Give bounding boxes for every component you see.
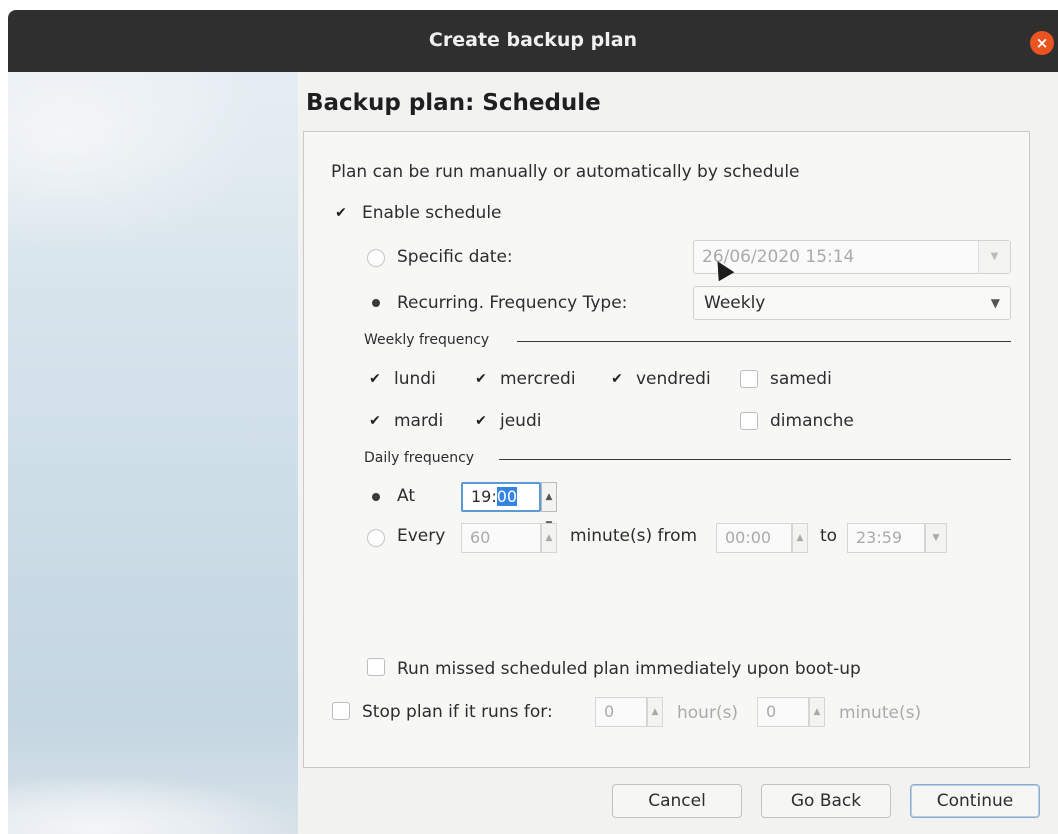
day-checkbox-mercredi[interactable]: ✔ [472,370,490,388]
run-missed-checkbox[interactable] [367,658,385,676]
specific-date-radio[interactable] [367,249,385,267]
date-dropdown-icon[interactable]: ▼ [978,241,1010,273]
dialog-window: Create backup plan × Backup plan: Schedu… [8,10,1058,834]
day-checkbox-vendredi[interactable]: ✔ [608,370,626,388]
chevron-down-icon: ▼ [990,296,1000,310]
every-stepper[interactable]: ▲ [541,523,557,553]
every-to-input[interactable]: 23:59 [847,523,925,553]
every-radio[interactable] [367,529,385,547]
every-value: 60 [470,528,491,547]
every-to-value: 23:59 [856,528,903,547]
day-checkbox-mardi[interactable]: ✔ [366,412,384,430]
day-label-samedi: samedi [770,369,832,389]
stop-plan-checkbox[interactable] [332,702,350,720]
specific-date-label: Specific date: [397,247,513,267]
day-label-jeudi: jeudi [500,411,542,431]
day-checkbox-dimanche[interactable] [740,412,758,430]
at-minutes: 00 [496,487,518,506]
specific-date-field[interactable]: 26/06/2020 15:14 ▼ [693,240,1011,274]
day-checkbox-samedi[interactable] [740,370,758,388]
at-time-stepper[interactable]: ▲▼ [541,482,557,530]
stop-minutes-value: 0 [766,702,777,721]
daily-divider [499,459,1011,460]
recurring-radio[interactable] [367,294,385,312]
weekly-divider [517,341,1011,342]
day-label-lundi: lundi [394,369,436,389]
cancel-button[interactable]: Cancel [612,784,742,818]
every-to-label: to [820,526,838,546]
day-label-mercredi: mercredi [500,369,576,389]
recurring-label: Recurring. Frequency Type: [397,293,628,313]
daily-frequency-heading: Daily frequency [364,450,475,466]
every-to-stepper[interactable]: ▼ [925,523,947,553]
day-checkbox-lundi[interactable]: ✔ [366,370,384,388]
at-hours: 19 [471,487,492,506]
close-icon[interactable]: × [1030,31,1054,55]
stop-hours-label: hour(s) [677,703,739,723]
every-from-input[interactable]: 00:00 [716,523,792,553]
frequency-type-value: Weekly [704,293,766,313]
every-unit-label: minute(s) from [570,526,698,546]
continue-button[interactable]: Continue [910,784,1040,818]
day-checkbox-jeudi[interactable]: ✔ [472,412,490,430]
intro-text: Plan can be run manually or automaticall… [331,162,800,182]
enable-schedule-label: Enable schedule [362,203,502,223]
sidebar-image [8,72,298,834]
every-from-stepper[interactable]: ▲ [792,523,808,553]
window-title: Create backup plan [428,29,638,51]
stop-hours-input[interactable]: 0 [595,697,647,727]
every-value-input[interactable]: 60 [461,523,541,553]
page-title: Backup plan: Schedule [306,90,601,116]
every-from-value: 00:00 [725,528,772,547]
frequency-type-select[interactable]: Weekly ▼ [693,286,1011,320]
at-radio[interactable] [367,488,385,506]
stop-hours-value: 0 [604,702,615,721]
at-label: At [397,486,415,506]
day-label-vendredi: vendredi [636,369,711,389]
stop-hours-stepper[interactable]: ▲ [647,697,663,727]
day-label-dimanche: dimanche [770,411,854,431]
at-separator: : [491,487,497,506]
run-missed-label: Run missed scheduled plan immediately up… [397,659,861,679]
enable-schedule-checkbox[interactable]: ✔ [332,204,350,222]
schedule-panel: Plan can be run manually or automaticall… [303,131,1030,768]
title-bar: Create backup plan × [8,10,1058,72]
sky-decoration [8,72,298,272]
stop-minutes-stepper[interactable]: ▲ [809,697,825,727]
every-label: Every [397,526,446,546]
go-back-button[interactable]: Go Back [761,784,891,818]
at-time-input[interactable]: 19:00 [461,482,541,512]
weekly-frequency-heading: Weekly frequency [364,332,490,348]
stop-minutes-input[interactable]: 0 [757,697,809,727]
cloud-decoration [8,774,298,834]
stop-minutes-label: minute(s) [839,703,922,723]
stop-plan-label: Stop plan if it runs for: [362,702,553,722]
day-label-mardi: mardi [394,411,444,431]
